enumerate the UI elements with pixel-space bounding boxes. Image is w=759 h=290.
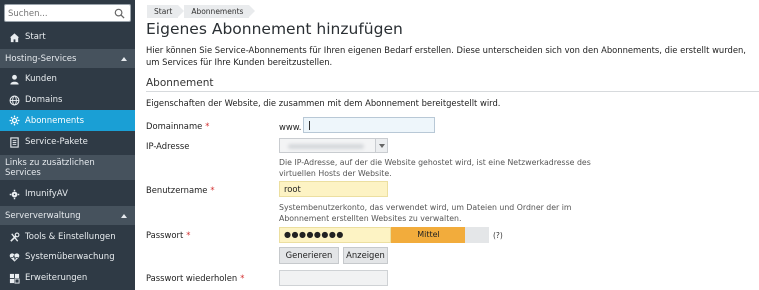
password-strength-meter: Mittel: [391, 227, 489, 243]
user-icon: [9, 74, 20, 85]
domain-input[interactable]: [303, 117, 435, 133]
breadcrumb: Start Abonnements: [147, 5, 256, 18]
password-strength-label: Mittel: [417, 230, 440, 239]
sidebar-item-tools[interactable]: Tools & Einstellungen: [0, 227, 135, 247]
required-marker: *: [210, 185, 215, 195]
sidebar-item-abonnements[interactable]: Abonnements: [0, 110, 135, 131]
page-title: Eigenes Abonnement hinzufügen: [146, 20, 403, 38]
section-label: Hosting-Services: [5, 53, 77, 64]
generate-button[interactable]: Generieren: [279, 247, 339, 264]
sidebar-item-label: Domains: [25, 95, 63, 105]
grid-icon: [9, 273, 20, 284]
sidebar-item-systemueberwachung[interactable]: Systemüberwachung: [0, 247, 135, 267]
gear-cluster-icon: [9, 115, 20, 126]
sidebar-item-label: Abonnements: [25, 115, 85, 126]
text-cursor: [309, 121, 310, 130]
tools-icon: [9, 232, 20, 243]
domain-label: Domainname *: [146, 121, 209, 131]
sidebar: Start Hosting-Services Kunden Domains Ab…: [0, 0, 135, 290]
heart-monitor-icon: [9, 252, 20, 263]
section-label: Serververwaltung: [5, 210, 81, 221]
home-icon: [9, 32, 20, 43]
section-label: Links zu zusätzlichen Services: [5, 157, 95, 178]
sidebar-item-label: Service-Pakete: [25, 137, 88, 147]
password-repeat-input[interactable]: [279, 270, 388, 286]
username-hint: Systembenutzerkonto, das verwendet wird,…: [279, 203, 572, 223]
sidebar-item-imunifyav[interactable]: ImunifyAV: [0, 184, 135, 204]
sidebar-item-label: Tools & Einstellungen: [25, 232, 116, 242]
show-button[interactable]: Anzeigen: [343, 247, 388, 264]
required-marker: *: [186, 230, 191, 240]
sidebar-item-label: Kunden: [25, 74, 57, 84]
search-box[interactable]: [4, 4, 131, 22]
username-label-text: Benutzername: [146, 185, 208, 195]
section-links[interactable]: Links zu zusätzlichen Services: [0, 155, 135, 180]
globe-icon: [9, 95, 20, 106]
sidebar-item-label: Start: [25, 32, 46, 42]
chevron-down-icon[interactable]: [375, 139, 387, 152]
sidebar-item-start[interactable]: Start: [0, 27, 135, 47]
section-title: Abonnement: [146, 77, 214, 89]
ip-hint: Die IP-Adresse, auf der die Website geho…: [279, 158, 591, 178]
required-marker: *: [205, 121, 210, 131]
domain-label-text: Domainname: [146, 121, 203, 131]
sidebar-item-service-pakete[interactable]: Service-Pakete: [0, 132, 135, 152]
password-label: Passwort *: [146, 230, 190, 240]
password-label-text: Passwort: [146, 230, 184, 240]
gear-icon: [9, 189, 20, 200]
password-repeat-label-text: Passwort wiederholen: [146, 273, 238, 283]
required-marker: *: [240, 273, 245, 283]
password-input[interactable]: ●●●●●●●●: [279, 227, 391, 243]
divider: [146, 91, 759, 92]
intro-text: Hier können Sie Service-Abonnements für …: [146, 45, 746, 67]
section-description: Eigenschaften der Website, die zusammen …: [146, 98, 501, 108]
ip-select[interactable]: [279, 138, 388, 153]
sidebar-item-label: Systemüberwachung: [25, 252, 115, 262]
sidebar-item-label: Erweiterungen: [25, 273, 88, 283]
username-input[interactable]: root: [279, 181, 388, 197]
password-help-link[interactable]: (?): [493, 231, 503, 240]
username-label: Benutzername *: [146, 185, 215, 195]
sidebar-item-domains[interactable]: Domains: [0, 90, 135, 110]
sidebar-item-label: ImunifyAV: [25, 189, 68, 199]
sidebar-item-kunden[interactable]: Kunden: [0, 69, 135, 89]
domain-prefix: www.: [279, 122, 302, 132]
main-content: Start Abonnements Eigenes Abonnement hin…: [135, 0, 759, 290]
caret-up-icon: [121, 56, 127, 61]
breadcrumb-abonnements[interactable]: Abonnements: [184, 5, 256, 18]
search-icon[interactable]: [114, 8, 125, 19]
sidebar-item-erweiterungen[interactable]: Erweiterungen: [0, 268, 135, 288]
caret-up-icon: [121, 213, 127, 218]
section-serververwaltung[interactable]: Serververwaltung: [0, 206, 135, 225]
ip-label: IP-Adresse: [146, 141, 190, 151]
search-input[interactable]: [8, 7, 108, 20]
password-repeat-label: Passwort wiederholen *: [146, 273, 244, 283]
section-hosting-services[interactable]: Hosting-Services: [0, 49, 135, 68]
breadcrumb-start[interactable]: Start: [147, 5, 185, 18]
redacted-ip-value: [288, 144, 364, 149]
document-list-icon: [9, 136, 20, 148]
